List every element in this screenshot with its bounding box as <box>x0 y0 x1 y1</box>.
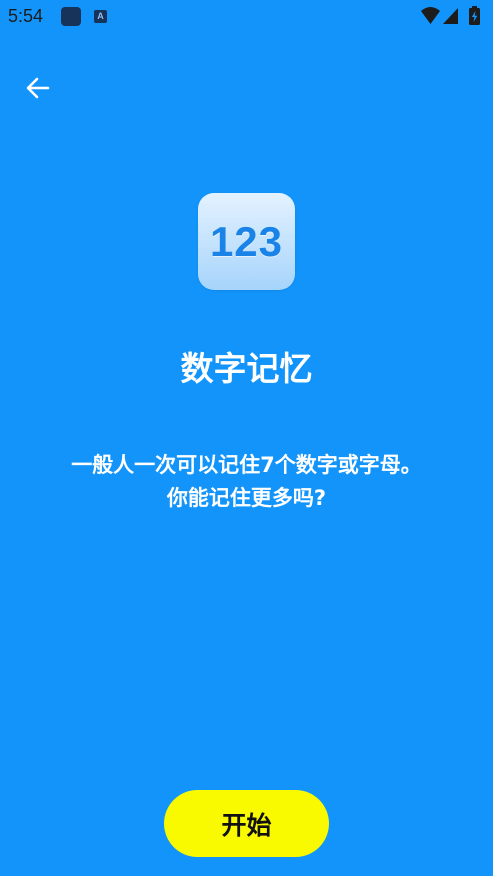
description-line-2: 你能记住更多吗? <box>166 486 327 510</box>
logo-text: 123 <box>209 217 284 265</box>
wifi-icon <box>421 7 440 24</box>
page-title: 数字记忆 <box>180 349 313 388</box>
description-line-1: 一般人一次可以记住7个数字或字母。 <box>71 453 422 477</box>
a-notification-icon: A <box>94 10 107 23</box>
start-button[interactable]: 开始 <box>164 790 329 857</box>
status-bar: 5:54 A <box>0 0 493 32</box>
description: 一般人一次可以记住7个数字或字母。 你能记住更多吗? <box>0 449 493 515</box>
app-logo: 123 <box>198 193 295 290</box>
back-button[interactable] <box>18 70 58 106</box>
arrow-left-icon <box>26 77 50 99</box>
signal-icon <box>443 8 458 24</box>
status-icons <box>421 6 480 25</box>
status-time: 5:54 <box>8 6 44 26</box>
app-icon <box>61 7 81 26</box>
battery-icon <box>469 6 480 25</box>
